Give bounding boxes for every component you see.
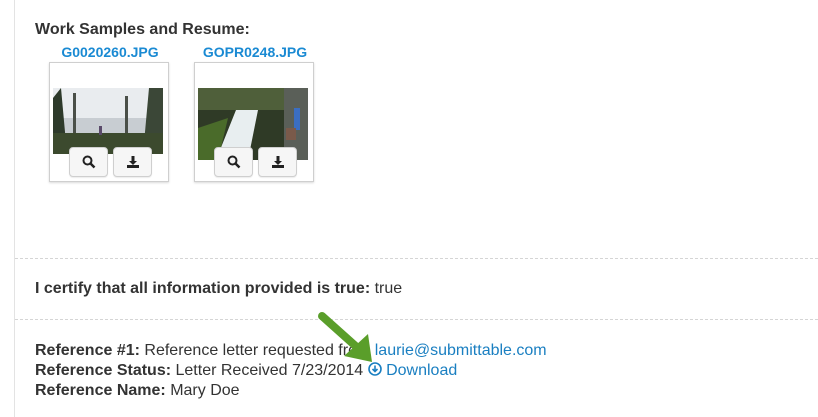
reference-name-value: Mary Doe xyxy=(170,382,240,399)
left-border xyxy=(14,0,15,417)
preview-button-2[interactable] xyxy=(214,147,253,177)
certify-value: true xyxy=(374,280,403,297)
work-sample-2: GOPR0248.JPG xyxy=(194,42,316,182)
download-link-label: Download xyxy=(386,362,458,379)
certify-label: I certify that all information provided … xyxy=(35,280,371,297)
reference-row: Reference #1: Reference letter requested… xyxy=(35,342,547,360)
work-sample-1: G0020260.JPG xyxy=(49,42,171,182)
download-tray-icon xyxy=(271,156,284,168)
certify-row: I certify that all information provided … xyxy=(35,280,402,298)
work-samples-title: Work Samples and Resume: xyxy=(35,21,250,38)
reference-email-link[interactable]: laurie@submittable.com xyxy=(375,342,547,359)
file-link-1[interactable]: G0020260.JPG xyxy=(49,42,171,62)
reference-name-label: Reference Name: xyxy=(35,382,166,399)
download-link[interactable]: Download xyxy=(367,362,458,379)
reference-label: Reference #1: xyxy=(35,342,140,359)
reference-status-label: Reference Status: xyxy=(35,362,172,379)
forest-photo-1 xyxy=(53,88,163,154)
search-icon xyxy=(227,155,240,169)
download-tray-icon xyxy=(126,156,139,168)
reference-status-row: Reference Status: Letter Received 7/23/2… xyxy=(35,362,457,380)
divider-2 xyxy=(15,319,818,320)
search-icon xyxy=(82,155,95,169)
download-button-2[interactable] xyxy=(258,147,297,177)
divider-1 xyxy=(15,258,818,259)
file-link-2[interactable]: GOPR0248.JPG xyxy=(194,42,316,62)
preview-button-1[interactable] xyxy=(69,147,108,177)
reference-name-row: Reference Name: Mary Doe xyxy=(35,382,240,400)
download-button-1[interactable] xyxy=(113,147,152,177)
green-arrow-icon xyxy=(318,312,372,362)
